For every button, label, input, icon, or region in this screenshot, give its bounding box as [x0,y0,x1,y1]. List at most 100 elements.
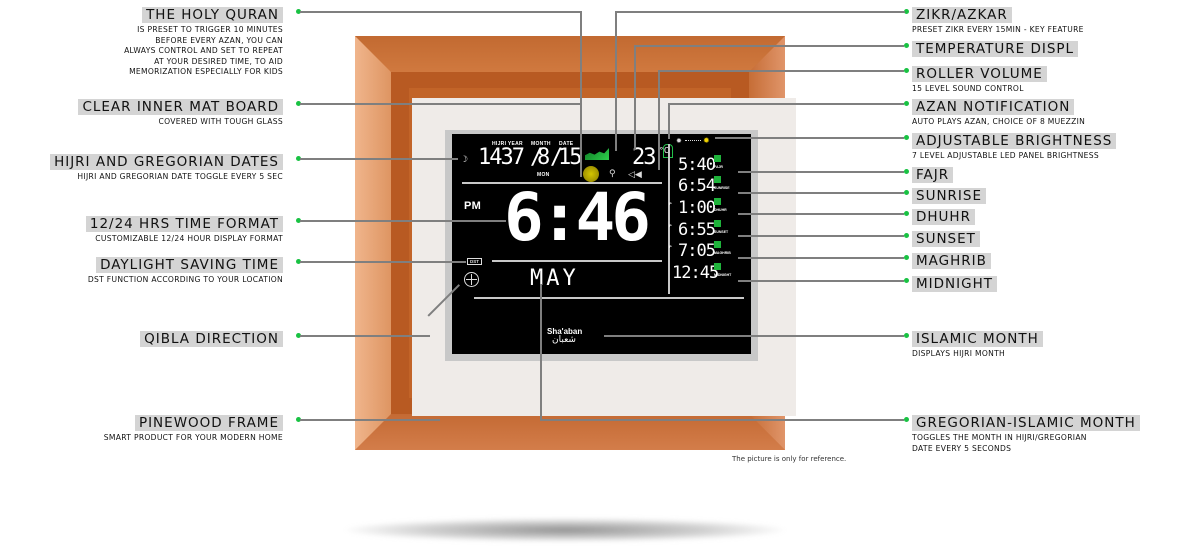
prayer-time: 1:00 [678,198,716,218]
callout-title: ISLAMIC MONTH [912,331,1043,347]
key-icon: ⚲ [609,169,616,179]
prayer-alarm-icon [714,220,721,227]
leader-line [658,70,660,170]
callout-description: DST FUNCTION ACCORDING TO YOUR LOCATION [87,275,283,284]
prayer-name: MIDNIGHT [714,273,732,277]
callout-sunrise: SUNRISE [912,185,987,204]
callout-description: PRESET ZIKR EVERY 15MIN - KEY FEATURE [912,25,1084,34]
hijri-month: 8 [537,145,551,170]
divider-middle [492,260,662,262]
prayer-name: SUNRISE [714,186,730,190]
prayer-name: SUNSET [714,230,729,234]
brightness-dim-icon: ✹ [676,137,682,145]
callout-title: QIBLA DIRECTION [140,331,283,347]
callout-inner-mat-board: CLEAR INNER MAT BOARD COVERED WITH TOUGH… [78,96,283,128]
callout-dot [904,211,909,216]
callout-holy-quran: THE HOLY QURAN IS PRESET TO TRIGGER 10 M… [124,4,283,78]
callout-dot [904,135,909,140]
callout-dot [904,190,909,195]
callout-dot [904,169,909,174]
prayer-alarm-icon [714,176,721,183]
divider-bottom [474,297,744,299]
prayer-name: FAJR [714,165,723,169]
leader-line [300,261,466,263]
leader-line [300,158,458,160]
callout-title: ADJUSTABLE BRIGHTNESS [912,133,1117,149]
prayer-alarm-icon [714,241,721,248]
hijri-date: 15 [558,145,582,170]
leader-line [300,335,430,337]
prayer-name: DHUHR [714,208,727,212]
callout-dot [904,278,909,283]
prayer-alarm-icon [714,263,721,270]
leader-line [634,45,904,47]
callout-description: HIJRI AND GREGORIAN DATE TOGGLE EVERY 5 … [77,172,283,181]
callout-title: HIJRI AND GREGORIAN DATES [50,154,283,170]
callout-title: ROLLER VOLUME [912,66,1047,82]
callout-description: COVERED WITH TOUGH GLASS [158,117,283,126]
leader-line [738,171,904,173]
callout-dot [904,255,909,260]
callout-description: MEMORIZATION ESPECIALLY FOR KIDS [129,67,283,76]
gregorian-month-name: MAY [530,266,579,291]
callout-dot [904,333,909,338]
weekday: MON [537,172,550,178]
callout-description: DISPLAYS HIJRI MONTH [912,349,1006,358]
hijri-year: 1437 [478,145,525,170]
leader-line [668,103,904,105]
leader-line [658,70,904,72]
callout-dhuhr: DHUHR [912,206,975,225]
callout-title: MAGHRIB [912,253,991,269]
callout-title: TEMPERATURE DISPL [912,41,1079,57]
callout-title: DAYLIGHT SAVING TIME [96,257,283,273]
callout-title: THE HOLY QURAN [142,7,283,23]
callout-description: 15 LEVEL SOUND CONTROL [912,84,1024,93]
prayer-time: 6:55 [678,220,716,240]
callout-islamic-month: ISLAMIC MONTH DISPLAYS HIJRI MONTH [912,328,1043,360]
disclaimer-text: The picture is only for reference. [732,455,847,463]
callout-title: SUNRISE [912,188,987,204]
pm-marker: P [669,223,672,228]
leader-line [580,11,582,177]
leader-line [540,284,542,420]
callout-zikr-azkar: ZIKR/AZKAR PRESET ZIKR EVERY 15MIN - KEY… [912,4,1084,36]
callout-description: TOGGLES THE MONTH IN HIJRI/GREGORIAN [912,433,1087,442]
callout-description: IS PRESET TO TRIGGER 10 MINUTES [137,25,283,34]
leader-line [668,103,670,139]
callout-azan-notification: AZAN NOTIFICATION AUTO PLAYS AZAN, CHOIC… [912,96,1085,128]
callout-title: SUNSET [912,231,980,247]
callout-brightness: ADJUSTABLE BRIGHTNESS 7 LEVEL ADJUSTABLE… [912,130,1117,162]
callout-qibla-direction: QIBLA DIRECTION [140,328,283,347]
leader-line [615,11,617,151]
callout-dot [904,43,909,48]
prayer-alarm-icon [714,198,721,205]
callout-time-format: 12/24 HRS TIME FORMAT CUSTOMIZABLE 12/24… [85,213,283,245]
leader-line [300,103,580,105]
leader-line [300,419,440,421]
leader-line [738,257,904,259]
prayer-time: 12:45 [672,263,719,283]
callout-pinewood-frame: PINEWOOD FRAME SMART PRODUCT FOR YOUR MO… [104,412,283,444]
callout-title: 12/24 HRS TIME FORMAT [85,216,283,232]
pm-marker: P [669,244,672,249]
leader-line [540,419,904,421]
callout-title: GREGORIAN-ISLAMIC MONTH [912,415,1140,431]
prayer-time: 5:40 [678,155,716,175]
leader-line [300,11,580,13]
callout-roller-volume: ROLLER VOLUME 15 LEVEL SOUND CONTROL [912,63,1047,95]
leader-line [738,213,904,215]
prayer-time: 7:05 [678,241,716,261]
callout-temperature: TEMPERATURE DISPL [912,38,1079,57]
callout-dot [904,233,909,238]
floor-shadow [345,518,785,542]
islamic-month-arabic: شعبان [552,335,576,345]
main-time: 6:46 [504,179,651,256]
callout-title: AZAN NOTIFICATION [912,99,1075,115]
callout-title: DHUHR [912,209,975,225]
leader-line [738,235,904,237]
callout-description: CUSTOMIZABLE 12/24 HOUR DISPLAY FORMAT [95,234,283,243]
leader-line [738,280,904,282]
callout-description: AT YOUR DESIRED TIME, TO AID [154,56,283,66]
leader-line [715,137,904,139]
callout-description: 7 LEVEL ADJUSTABLE LED PANEL BRIGHTNESS [912,151,1099,160]
